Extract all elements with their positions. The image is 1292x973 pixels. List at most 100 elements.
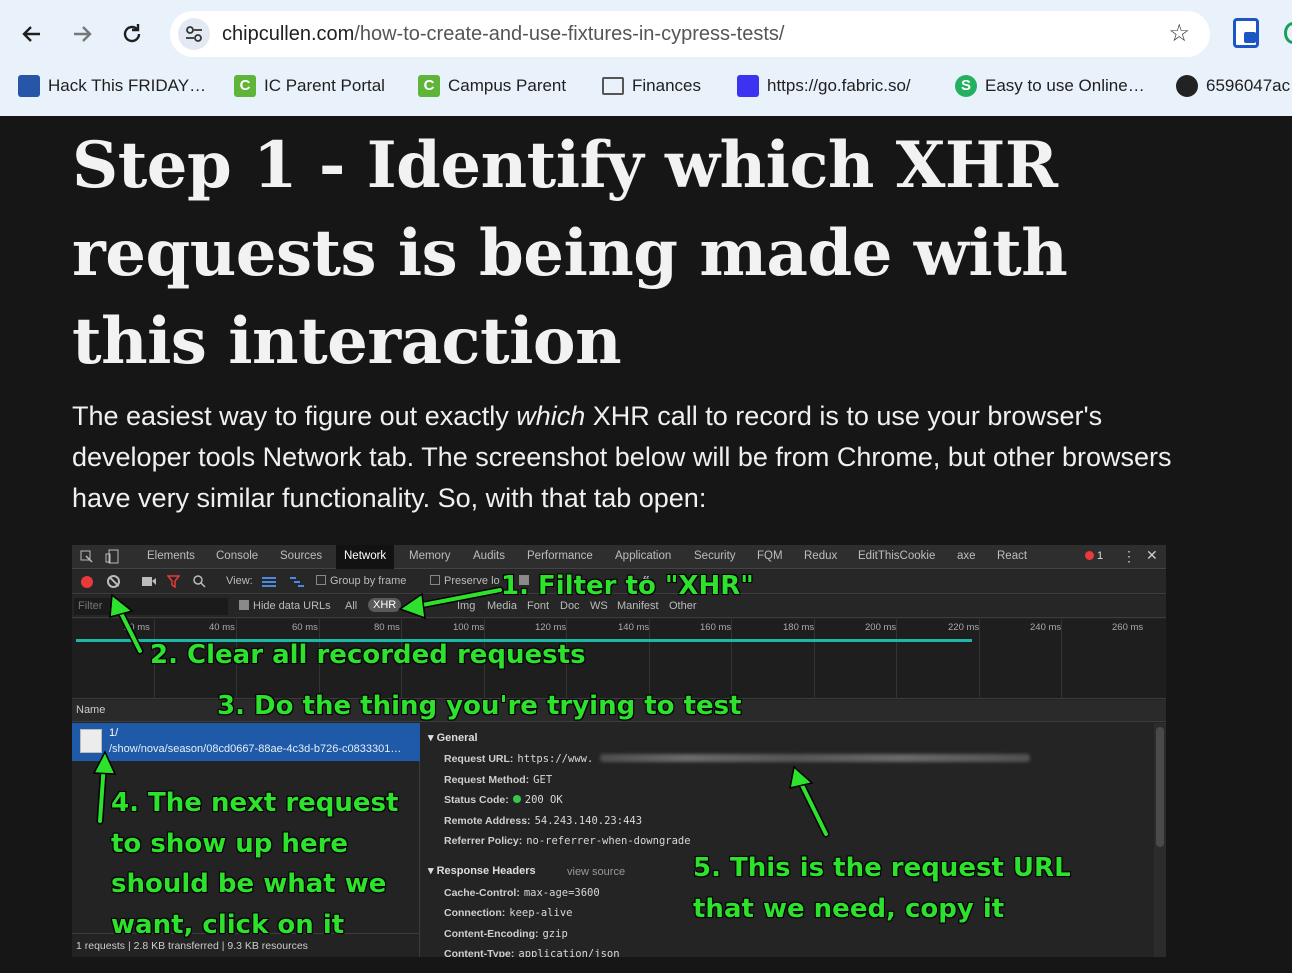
more-options-icon[interactable]: ⋮ (1122, 548, 1136, 565)
reload-button[interactable] (116, 18, 148, 50)
bookmark-item[interactable]: C Campus Parent (418, 74, 566, 98)
filter-xhr[interactable]: XHR (368, 598, 402, 612)
clear-button[interactable] (107, 575, 120, 588)
password-manager-extension-icon[interactable] (1233, 18, 1259, 48)
bookmark-item[interactable]: Hack This FRIDAY… (18, 74, 206, 98)
record-button[interactable] (81, 576, 93, 588)
timeline-tick-label: 200 ms (865, 622, 897, 633)
general-section-toggle[interactable]: ▾ General (428, 731, 478, 744)
extension-icon[interactable] (1284, 22, 1292, 44)
filter-img[interactable]: Img (457, 600, 475, 612)
header-row: Content-Encoding: gzip (444, 928, 568, 940)
forward-button[interactable] (66, 18, 98, 50)
castle-icon (18, 75, 40, 97)
tab-audits[interactable]: Audits (473, 550, 505, 562)
filter-font[interactable]: Font (527, 600, 549, 612)
bookmarks-bar: Hack This FRIDAY… C IC Parent Portal C C… (0, 68, 1292, 104)
tab-network[interactable]: Network (336, 545, 395, 569)
filter-all[interactable]: All (345, 600, 357, 612)
tune-icon (186, 26, 202, 42)
header-value: https://www. (517, 753, 594, 765)
folder-icon (602, 77, 624, 95)
hide-data-urls-checkbox[interactable]: Hide data URLs (239, 600, 331, 612)
bookmark-item[interactable]: S Easy to use Online… (955, 74, 1145, 98)
request-row[interactable]: 1/ /show/nova/season/08cd0667-88ae-4c3d-… (72, 723, 420, 761)
timeline-tick-label: 40 ms (209, 622, 235, 633)
article-title: Step 1 - Identify which XHR requests is … (72, 128, 1068, 379)
header-key: Referrer Policy: (444, 835, 523, 847)
checkbox-label: Hide data URLs (253, 600, 331, 612)
header-row: Referrer Policy: no-referrer-when-downgra… (444, 835, 691, 847)
name-column-header[interactable]: Name (76, 704, 105, 716)
header-key: Request Method: (444, 774, 530, 786)
tab-security[interactable]: Security (694, 550, 736, 562)
response-headers-section-toggle[interactable]: ▾ Response Headers (428, 864, 536, 877)
bookmark-item[interactable]: C IC Parent Portal (234, 74, 385, 98)
filter-ws[interactable]: WS (590, 600, 608, 612)
header-row: Request Method: GET (444, 774, 552, 786)
annotation-step-5-line-1: 5. This is the request URL (693, 853, 1071, 883)
url-path: /how-to-create-and-use-fixtures-in-cypre… (354, 23, 785, 45)
url-host: chipcullen.com (222, 23, 355, 45)
view-source-link[interactable]: view source (567, 866, 625, 878)
tab-fqm[interactable]: FQM (757, 550, 783, 562)
request-name: 1/ (109, 727, 119, 739)
s-logo-icon: S (955, 75, 977, 97)
bookmark-item[interactable]: 6596047ac (1176, 74, 1290, 98)
tab-application[interactable]: Application (615, 550, 671, 562)
tab-elements[interactable]: Elements (147, 550, 195, 562)
header-value: no-referrer-when-downgrade (526, 835, 691, 847)
request-path: /show/nova/season/08cd0667-88ae-4c3d-b72… (109, 743, 402, 755)
device-toolbar-icon (105, 549, 119, 564)
bookmark-item[interactable]: https://go.fabric.so/ (737, 74, 911, 98)
site-info-button[interactable] (178, 18, 210, 50)
timeline-tick-label: 240 ms (1030, 622, 1062, 633)
group-by-frame-checkbox[interactable]: Group by frame (316, 575, 406, 587)
close-icon[interactable]: ✕ (1146, 547, 1158, 564)
timeline-tick-label: 220 ms (948, 622, 980, 633)
tab-redux[interactable]: Redux (804, 550, 837, 562)
header-value: 200 OK (524, 794, 563, 806)
header-row: Content-Type: application/json (444, 948, 620, 957)
large-rows-icon[interactable] (262, 577, 276, 587)
preserve-log-checkbox[interactable]: Preserve lo (430, 575, 500, 587)
screenshot-camera-icon[interactable] (142, 576, 156, 587)
timeline-tick-label: 160 ms (700, 622, 732, 633)
tab-editthiscookie[interactable]: EditThisCookie (858, 550, 935, 562)
search-icon[interactable] (193, 575, 206, 588)
checkbox-label: Preserve lo (444, 575, 500, 587)
globe-icon (1176, 75, 1198, 97)
header-row: Request URL: https://www. (444, 753, 1030, 765)
timeline-tick-label: 60 ms (292, 622, 318, 633)
timeline-tick-label: 260 ms (1112, 622, 1144, 633)
bookmark-folder[interactable]: Finances (602, 74, 701, 98)
filter-funnel-icon[interactable] (167, 575, 180, 588)
timeline-tick-label: 140 ms (618, 622, 650, 633)
url-text: chipcullen.com/how-to-create-and-use-fix… (222, 23, 784, 46)
bookmark-label: https://go.fabric.so/ (767, 76, 911, 95)
bookmark-label: IC Parent Portal (264, 76, 385, 95)
section-title: Response Headers (436, 865, 536, 877)
error-count-badge[interactable]: 1 (1085, 550, 1103, 562)
devtools-tab-bar: Elements Console Sources Network Memory … (72, 545, 1166, 569)
paragraph-text: The easiest way to figure out exactly (72, 401, 517, 431)
tab-console[interactable]: Console (216, 550, 258, 562)
annotation-step-4: 4. The next request to show up here shou… (111, 788, 399, 940)
filter-input[interactable]: Filter (74, 598, 228, 615)
filter-other[interactable]: Other (669, 600, 697, 612)
tab-performance[interactable]: Performance (527, 550, 593, 562)
tab-memory[interactable]: Memory (409, 550, 451, 562)
bookmark-star-icon[interactable]: ☆ (1168, 19, 1190, 48)
back-button[interactable] (16, 18, 48, 50)
tab-axe[interactable]: axe (957, 550, 976, 562)
header-row: Connection: keep-alive (444, 907, 572, 919)
tab-react[interactable]: React (997, 550, 1027, 562)
tab-sources[interactable]: Sources (280, 550, 322, 562)
filter-media[interactable]: Media (487, 600, 517, 612)
waterfall-icon[interactable] (290, 577, 304, 587)
filter-doc[interactable]: Doc (560, 600, 580, 612)
redacted-url (599, 754, 1030, 762)
address-bar[interactable]: chipcullen.com/how-to-create-and-use-fix… (170, 11, 1210, 57)
filter-manifest[interactable]: Manifest (617, 600, 659, 612)
scrollbar-thumb[interactable] (1156, 727, 1164, 847)
